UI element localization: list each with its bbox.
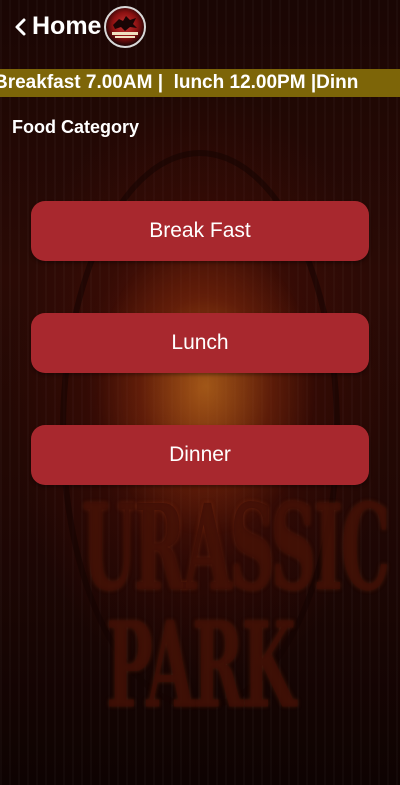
app-header: Home (0, 0, 400, 56)
section-title: Food Category (12, 117, 140, 137)
page-title: Home (32, 12, 102, 40)
meal-times-text: Breakfast 7.00AM | lunch 12.00PM |Dinn (0, 72, 359, 93)
dinner-button[interactable]: Dinner (31, 425, 369, 485)
jurassic-park-logo-icon (104, 6, 146, 48)
chevron-left-icon[interactable] (9, 15, 31, 39)
background-logo-text: URASSIC PARK (82, 478, 390, 736)
app-screen: URASSIC PARK Home Breakfast 7.00AM | lun… (0, 0, 400, 785)
meal-times-marquee: Breakfast 7.00AM | lunch 12.00PM |Dinn (0, 69, 400, 97)
lunch-button[interactable]: Lunch (31, 313, 369, 373)
breakfast-button[interactable]: Break Fast (31, 201, 369, 261)
